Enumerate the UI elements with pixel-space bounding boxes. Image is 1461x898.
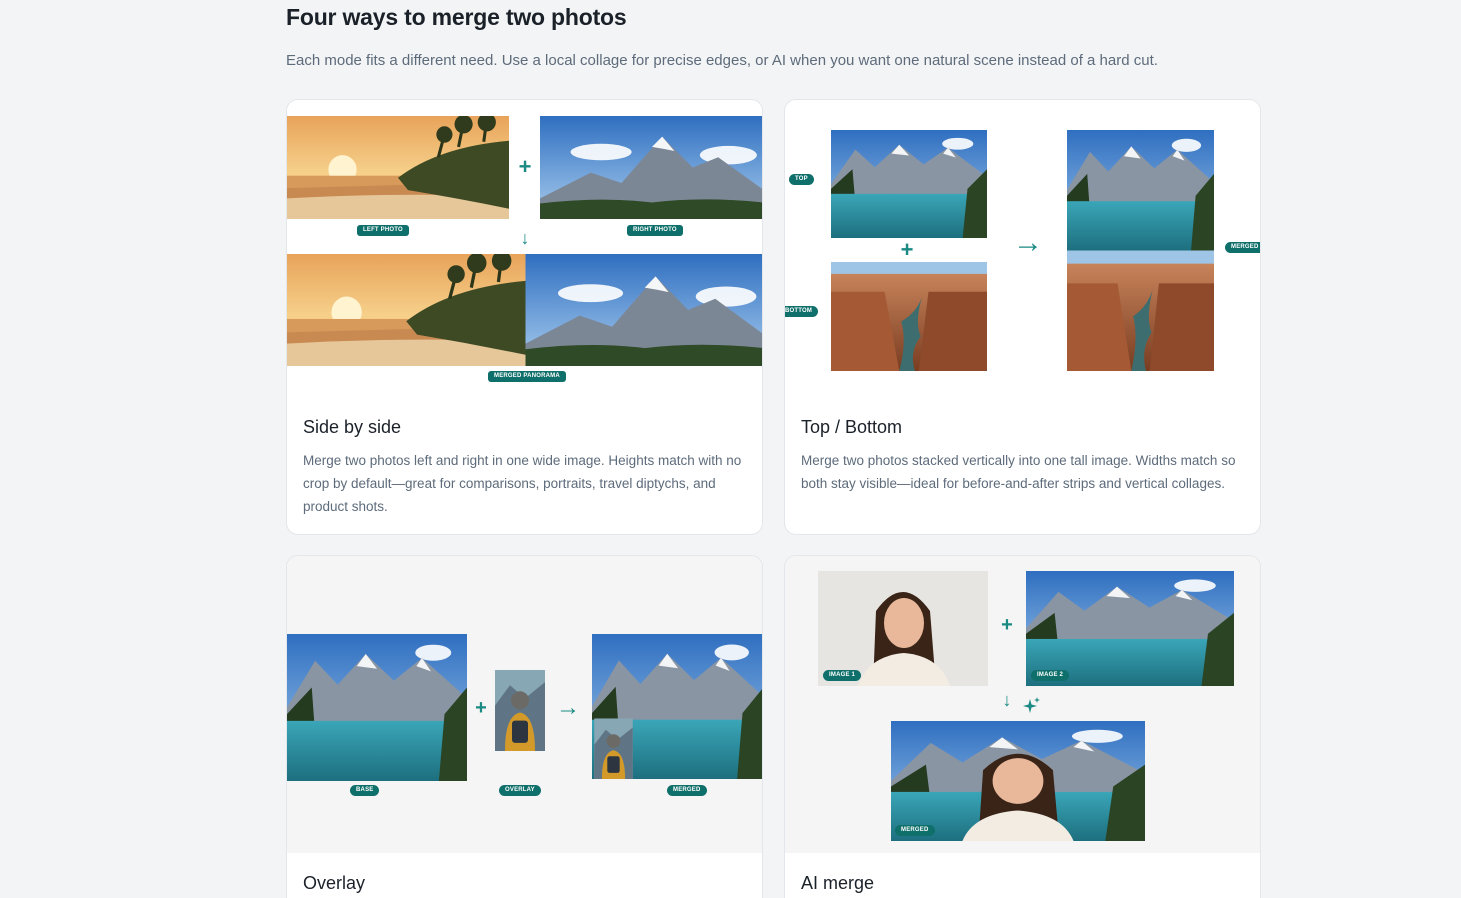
left-photo-label: LEFT PHOTO [357, 225, 409, 236]
base-photo [287, 634, 467, 781]
card-description: Merge two photos stacked vertically into… [801, 453, 1236, 491]
plus-icon: + [518, 154, 532, 179]
plus-icon: + [1001, 614, 1013, 636]
image-2-label: IMAGE 2 [1031, 670, 1070, 681]
card-title: Side by side [303, 417, 402, 437]
card-ai-merge[interactable]: IMAGE 1 + IMAGE 2 ↓ MERGED AI merge [784, 555, 1261, 898]
card-side-by-side[interactable]: + LEFT PHOTO RIGHT PHOTO ↓ MERGED PANORA… [286, 99, 763, 535]
merged-panorama-label: MERGED PANORAMA [488, 371, 566, 382]
top-label: TOP [789, 174, 814, 185]
plus-icon: + [900, 237, 914, 262]
arrow-down-icon: ↓ [520, 228, 530, 248]
arrow-down-icon: ↓ [1002, 690, 1012, 710]
card-description: Merge two photos left and right in one w… [303, 453, 742, 514]
section-subtitle: Each mode fits a different need. Use a l… [286, 52, 1158, 69]
base-label: BASE [350, 785, 380, 796]
bottom-photo [831, 262, 987, 371]
right-photo-label: RIGHT PHOTO [627, 225, 683, 236]
merged-ai-photo [891, 721, 1145, 841]
sparkle-icon [1023, 696, 1041, 714]
merged-tall-photo [1067, 130, 1214, 371]
top-photo [831, 130, 987, 238]
left-photo [287, 116, 509, 219]
bottom-label: BOTTOM [785, 306, 819, 317]
merged-label: MERGED [667, 785, 707, 796]
card-title: Top / Bottom [801, 417, 903, 437]
top-bottom-illustration: TOP + BOTTOM → MERGED [785, 100, 1260, 397]
image-1-photo [818, 571, 988, 686]
overlay-photo [495, 670, 545, 751]
ai-merge-illustration: IMAGE 1 + IMAGE 2 ↓ MERGED [785, 556, 1260, 853]
right-photo [540, 116, 762, 219]
merged-label: MERGED [895, 825, 935, 836]
card-title: Overlay [303, 873, 366, 893]
overlay-illustration: BASE + OVERLAY → MERGED [287, 556, 762, 853]
overlay-label: OVERLAY [499, 785, 541, 796]
merged-panorama-photo [287, 254, 762, 366]
image-1-label: IMAGE 1 [823, 670, 862, 681]
arrow-right-icon: → [556, 694, 580, 721]
plus-icon: + [475, 697, 487, 719]
section-title: Four ways to merge two photos [286, 4, 627, 30]
card-top-bottom[interactable]: TOP + BOTTOM → MERGED Top / Bottom Merge… [784, 99, 1261, 535]
merged-label: MERGED [1225, 242, 1260, 253]
arrow-right-icon: → [1013, 226, 1043, 259]
card-title: AI merge [801, 873, 875, 893]
merged-overlay-photo [592, 634, 762, 779]
card-overlay[interactable]: BASE + OVERLAY → MERGED Overlay [286, 555, 763, 898]
side-by-side-illustration: + LEFT PHOTO RIGHT PHOTO ↓ MERGED PANORA… [287, 100, 762, 397]
image-2-photo [1026, 571, 1234, 686]
